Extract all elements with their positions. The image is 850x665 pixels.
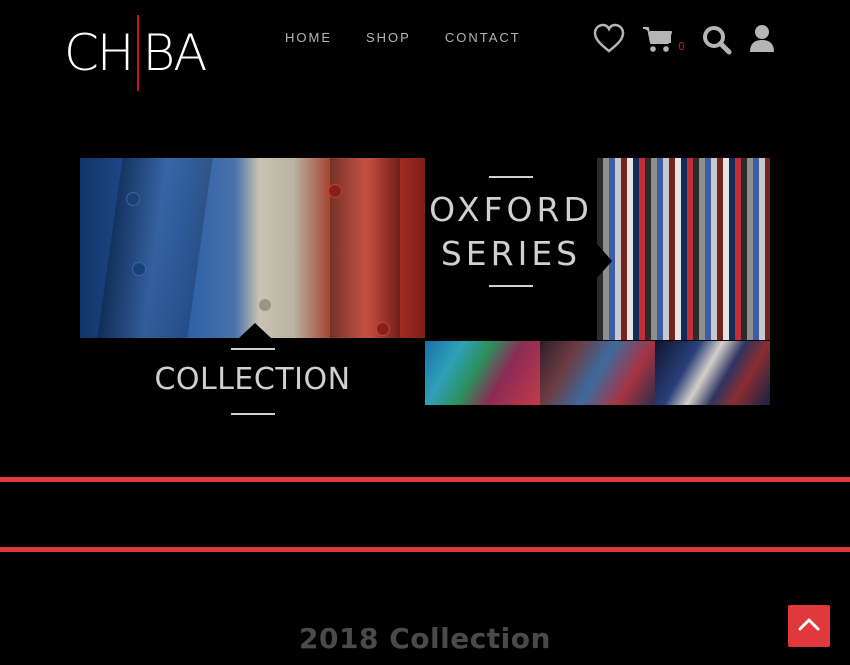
section-heading: 2018 Collection <box>299 622 551 655</box>
shirt-fold <box>330 158 400 338</box>
oxford-title-line1: OXFORD <box>429 190 593 229</box>
heart-icon[interactable] <box>592 22 626 56</box>
product-thumbnail[interactable] <box>540 341 655 405</box>
collection-title: COLLECTION <box>154 362 351 397</box>
collection-rule-bottom <box>231 413 275 415</box>
title-rule-top <box>489 176 533 178</box>
divider-band-bottom <box>0 547 850 552</box>
pointer-arrow-right <box>597 244 612 278</box>
product-thumbnail[interactable] <box>425 341 540 405</box>
shirts-collection-image[interactable] <box>80 158 425 338</box>
nav-contact[interactable]: CONTACT <box>445 30 521 45</box>
cart-icon[interactable] <box>642 22 676 56</box>
logo-text-left: CH <box>64 24 135 82</box>
shirt-button <box>258 298 272 312</box>
oxford-series-tile[interactable]: OXFORD SERIES <box>425 158 597 340</box>
logo-text-right: BA <box>142 24 208 82</box>
divider-band-top <box>0 477 850 482</box>
logo-divider <box>136 15 139 91</box>
shirt-button <box>126 192 140 206</box>
back-to-top-button[interactable] <box>788 605 830 647</box>
oxford-title-line2: SERIES <box>440 234 582 273</box>
oxford-shirts-rack-image[interactable] <box>597 158 770 340</box>
product-thumbnail[interactable] <box>655 341 770 405</box>
nav-home[interactable]: HOME <box>285 30 332 45</box>
cart-count-badge: 0 <box>678 40 685 53</box>
shirt-button <box>328 184 342 198</box>
pointer-arrow-up <box>239 323 271 338</box>
nav-shop[interactable]: SHOP <box>366 30 411 45</box>
shirt-button <box>132 262 146 276</box>
collection-rule-top <box>231 348 275 350</box>
chevron-up-icon <box>797 616 821 637</box>
search-icon[interactable] <box>702 22 732 56</box>
site-logo[interactable]: CH BA <box>64 14 229 92</box>
shirt-button <box>376 322 390 336</box>
user-icon[interactable] <box>749 22 775 56</box>
title-rule-bottom <box>489 285 533 287</box>
shirt-fold <box>97 158 213 338</box>
main-nav: HOME SHOP CONTACT <box>285 30 521 45</box>
